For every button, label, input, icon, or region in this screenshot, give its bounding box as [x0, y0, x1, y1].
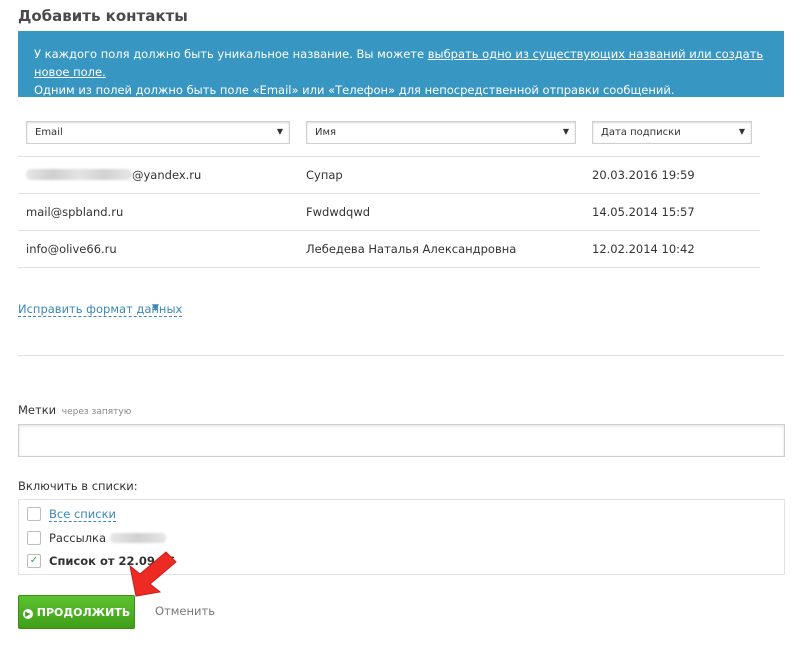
caret-down-icon[interactable]: ▼	[152, 303, 159, 313]
cancel-link[interactable]: Отменить	[155, 604, 215, 618]
select-value: Имя	[315, 127, 337, 138]
info-box: У каждого поля должно быть уникальное на…	[18, 31, 784, 97]
red-arrow-annotation	[129, 551, 177, 597]
tags-hint: через запятую	[61, 407, 132, 417]
email-cell: @yandex.ru	[26, 168, 201, 182]
select-value: Email	[35, 127, 63, 138]
redacted-text	[26, 169, 132, 180]
dropdown-arrow-icon: ▼	[276, 127, 283, 136]
table-row: @yandex.ru Супар 20.03.2016 19:59	[18, 156, 760, 193]
dropdown-arrow-icon: ▼	[738, 127, 745, 136]
name-cell: Супар	[306, 168, 343, 182]
column-select-date[interactable]: Дата подписки ▼	[592, 121, 752, 144]
email-cell: info@olive66.ru	[26, 242, 117, 256]
name-cell: Fwdwdqwd	[306, 205, 371, 219]
date-cell: 20.03.2016 19:59	[592, 168, 695, 182]
checkbox-all-lists[interactable]	[27, 507, 41, 521]
check-icon: ✓	[29, 555, 39, 566]
table-row: mail@spbland.ru Fwdwdqwd 14.05.2014 15:5…	[18, 193, 760, 230]
checkbox-mailing[interactable]	[27, 531, 41, 545]
preview-table: @yandex.ru Супар 20.03.2016 19:59 mail@s…	[18, 156, 760, 268]
column-select-name[interactable]: Имя ▼	[306, 121, 576, 144]
list-label: Рассылка	[49, 531, 167, 545]
column-select-email[interactable]: Email ▼	[26, 121, 290, 144]
redacted-text	[110, 533, 167, 543]
dropdown-arrow-icon: ▼	[562, 127, 569, 136]
lists-label: Включить в списки:	[18, 479, 138, 493]
divider	[18, 355, 784, 356]
continue-button[interactable]: ▶ ПРОДОЛЖИТЬ	[18, 595, 135, 629]
date-cell: 14.05.2014 15:57	[592, 205, 695, 219]
tags-input[interactable]	[18, 424, 785, 457]
info-text: У каждого поля должно быть уникальное на…	[34, 47, 428, 61]
info-line-2: Одним из полей должно быть поле «Email» …	[34, 83, 675, 97]
arrow-circle-right-icon: ▶	[22, 608, 33, 619]
table-row: info@olive66.ru Лебедева Наталья Алексан…	[18, 230, 760, 268]
email-cell: mail@spbland.ru	[26, 205, 124, 219]
all-lists-link[interactable]: Все списки	[49, 507, 117, 522]
select-value: Дата подписки	[601, 127, 681, 138]
checkbox-list-sept[interactable]: ✓	[27, 554, 41, 568]
page-title: Добавить контакты	[18, 7, 188, 25]
name-cell: Лебедева Наталья Александровна	[306, 242, 517, 256]
tags-label: Метки через запятую	[18, 403, 132, 417]
date-cell: 12.02.2014 10:42	[592, 242, 695, 256]
info-line-1: У каждого поля должно быть уникальное на…	[34, 45, 768, 81]
